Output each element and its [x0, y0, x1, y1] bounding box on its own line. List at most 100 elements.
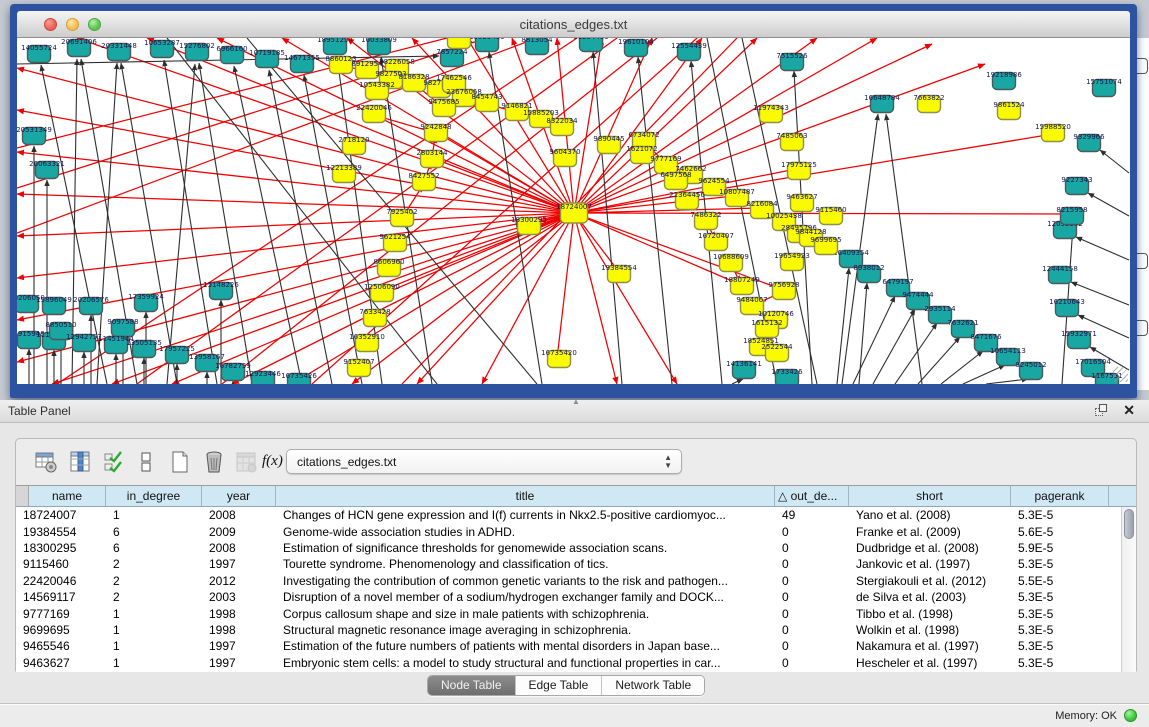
table-row[interactable]: 1830029562008Estimation of significance …: [16, 540, 1109, 556]
table-row[interactable]: 911546021997Tourette syndrome. Phenomeno…: [16, 556, 1109, 572]
graph-edge-citation: [574, 213, 677, 384]
graph-node-label: 9861524: [993, 101, 1025, 109]
table-row[interactable]: 977716911998Corpus callosum shape and si…: [16, 605, 1109, 621]
table-vertical-scrollbar[interactable]: [1121, 507, 1136, 672]
graph-node-label: 15525439: [469, 38, 505, 41]
scrollbar-thumb[interactable]: [1124, 509, 1134, 539]
graph-node-label: 10543382: [359, 81, 395, 89]
column-header-title[interactable]: title: [276, 486, 775, 506]
graph-node-label: 16409354: [833, 249, 869, 257]
memory-status-label: Memory: OK: [1055, 710, 1117, 722]
table-body: 1872400712008Changes of HCN gene express…: [16, 507, 1121, 672]
tab-network-table[interactable]: Network Table: [602, 676, 704, 695]
graph-edge-citation: [557, 213, 574, 359]
graph-node-label: 13958167: [189, 353, 225, 361]
network-canvas[interactable]: 1405572420691406203314481065328715276802…: [17, 38, 1130, 384]
graph-node-label: 8471676: [970, 333, 1002, 341]
table-row[interactable]: 946554611997Estimation of the future num…: [16, 638, 1109, 654]
tab-edge-table[interactable]: Edge Table: [516, 676, 603, 695]
delete-trash-icon[interactable]: [202, 450, 226, 474]
table-row[interactable]: 1872400712008Changes of HCN gene express…: [16, 507, 1109, 523]
column-header-year[interactable]: year: [202, 486, 276, 506]
table-row[interactable]: 1938455462009Genome-wide association stu…: [16, 523, 1109, 539]
tab-node-table[interactable]: Node Table: [428, 676, 516, 695]
graph-node-label: 10688609: [713, 253, 749, 261]
graph-edge-citation: [574, 38, 602, 213]
graph-edge-citation: [574, 213, 617, 384]
graph-edge-citation: [574, 38, 652, 213]
graph-node-label: 20531349: [17, 126, 52, 134]
graph-node-label: 9115460: [815, 206, 846, 214]
graph-node-label: 19654923: [774, 252, 810, 260]
column-header-pagerank[interactable]: pagerank: [1011, 486, 1109, 506]
table-browser-box: f(x) citations_edges.txt ▲▼ name in_degr…: [15, 438, 1137, 672]
graph-node-label: 9624554: [698, 177, 730, 185]
graph-node-label: 15896049: [36, 296, 72, 304]
table-row[interactable]: 1456911722003Disruption of a novel membe…: [16, 589, 1109, 605]
row-height-icon[interactable]: [134, 450, 158, 474]
close-panel-icon[interactable]: ✕: [1123, 402, 1135, 419]
graph-node-label: 15885203: [523, 109, 559, 117]
select-attributes-icon[interactable]: [102, 450, 126, 474]
graph-node-label: 6497568: [660, 171, 691, 179]
graph-node-label: 9474444: [902, 291, 934, 299]
column-header-in-degree[interactable]: in_degree: [106, 486, 202, 506]
column-header-name[interactable]: name: [29, 486, 106, 506]
network-view-window[interactable]: citations_edges.txt 14055724206914062033…: [10, 4, 1137, 398]
graph-node: [1137, 320, 1148, 336]
graph-node-label: 9777169: [650, 155, 681, 163]
graph-node-label: 10807487: [719, 188, 755, 196]
window-resize-grip[interactable]: [1113, 367, 1128, 382]
graph-node-label: 8850510: [45, 321, 76, 329]
graph-node-label: 19610104: [618, 38, 654, 46]
graph-node-label: 2718120: [338, 136, 369, 144]
network-graph[interactable]: 1405572420691406203314481065328715276802…: [17, 38, 1130, 384]
combo-arrows-icon: ▲▼: [664, 454, 672, 470]
graph-node-label: 7632621: [947, 319, 978, 327]
graph-node-label: 8215958: [1056, 206, 1087, 214]
graph-node-label: 1615132: [751, 319, 782, 327]
new-document-icon[interactable]: [168, 450, 192, 474]
window-titlebar[interactable]: citations_edges.txt: [17, 11, 1130, 38]
graph-node-label: 8427552: [408, 172, 439, 180]
column-header-short[interactable]: short: [849, 486, 1011, 506]
graph-node-label: 9484067: [736, 296, 767, 304]
graph-node-label: 7663822: [913, 94, 944, 102]
float-panel-icon[interactable]: [1095, 404, 1109, 418]
graph-node-label: 2522544: [761, 343, 793, 351]
graph-node-label: 10654113: [990, 347, 1026, 355]
graph-node-label: 12923446: [245, 370, 281, 378]
graph-node-label: 17359924: [128, 293, 164, 301]
graph-node-label: 6966160: [216, 45, 247, 53]
graph-edge: [732, 379, 743, 384]
table-row[interactable]: 946362711997Embryonic stem cells: a mode…: [16, 655, 1109, 671]
table-toolbar: f(x) citations_edges.txt ▲▼: [16, 439, 1136, 485]
table-row[interactable]: 969969511998Structural magnetic resonanc…: [16, 622, 1109, 638]
graph-node-label: 12506090: [364, 283, 400, 291]
graph-edge: [593, 52, 622, 384]
graph-node-label: 2935114: [924, 305, 956, 313]
graph-node[interactable]: [448, 38, 471, 49]
graph-node-label: 9463627: [786, 193, 817, 201]
splitter-handle[interactable]: ▲: [570, 399, 582, 405]
graph-node-label: 7925402: [386, 208, 417, 216]
table-source-select[interactable]: citations_edges.txt ▲▼: [286, 449, 682, 474]
graph-node-label: 9621254: [379, 233, 411, 241]
graph-node-label: 14136141: [726, 360, 762, 368]
graph-node-label: 19384554: [601, 264, 637, 272]
column-settings-icon[interactable]: [34, 450, 58, 474]
function-builder-icon[interactable]: f(x): [262, 453, 286, 477]
node-attribute-table: name in_degree year title △ out_de... sh…: [16, 485, 1136, 672]
graph-node-label: 21364456: [669, 191, 705, 199]
graph-node-label: 9604370: [549, 148, 580, 156]
graph-node-label: 9844128: [795, 228, 826, 236]
column-header-out-degree[interactable]: △ out_de...: [775, 486, 849, 506]
graph-edge: [986, 379, 1028, 384]
graph-node-label: 6479197: [882, 278, 913, 286]
graph-node-label: 20206576: [73, 296, 109, 304]
window-title: citations_edges.txt: [17, 17, 1130, 32]
graph-node-label: 7515526: [776, 52, 808, 60]
graph-edge: [1100, 150, 1129, 173]
show-column-icon[interactable]: [68, 450, 92, 474]
table-row[interactable]: 2242004622012Investigating the contribut…: [16, 573, 1109, 589]
